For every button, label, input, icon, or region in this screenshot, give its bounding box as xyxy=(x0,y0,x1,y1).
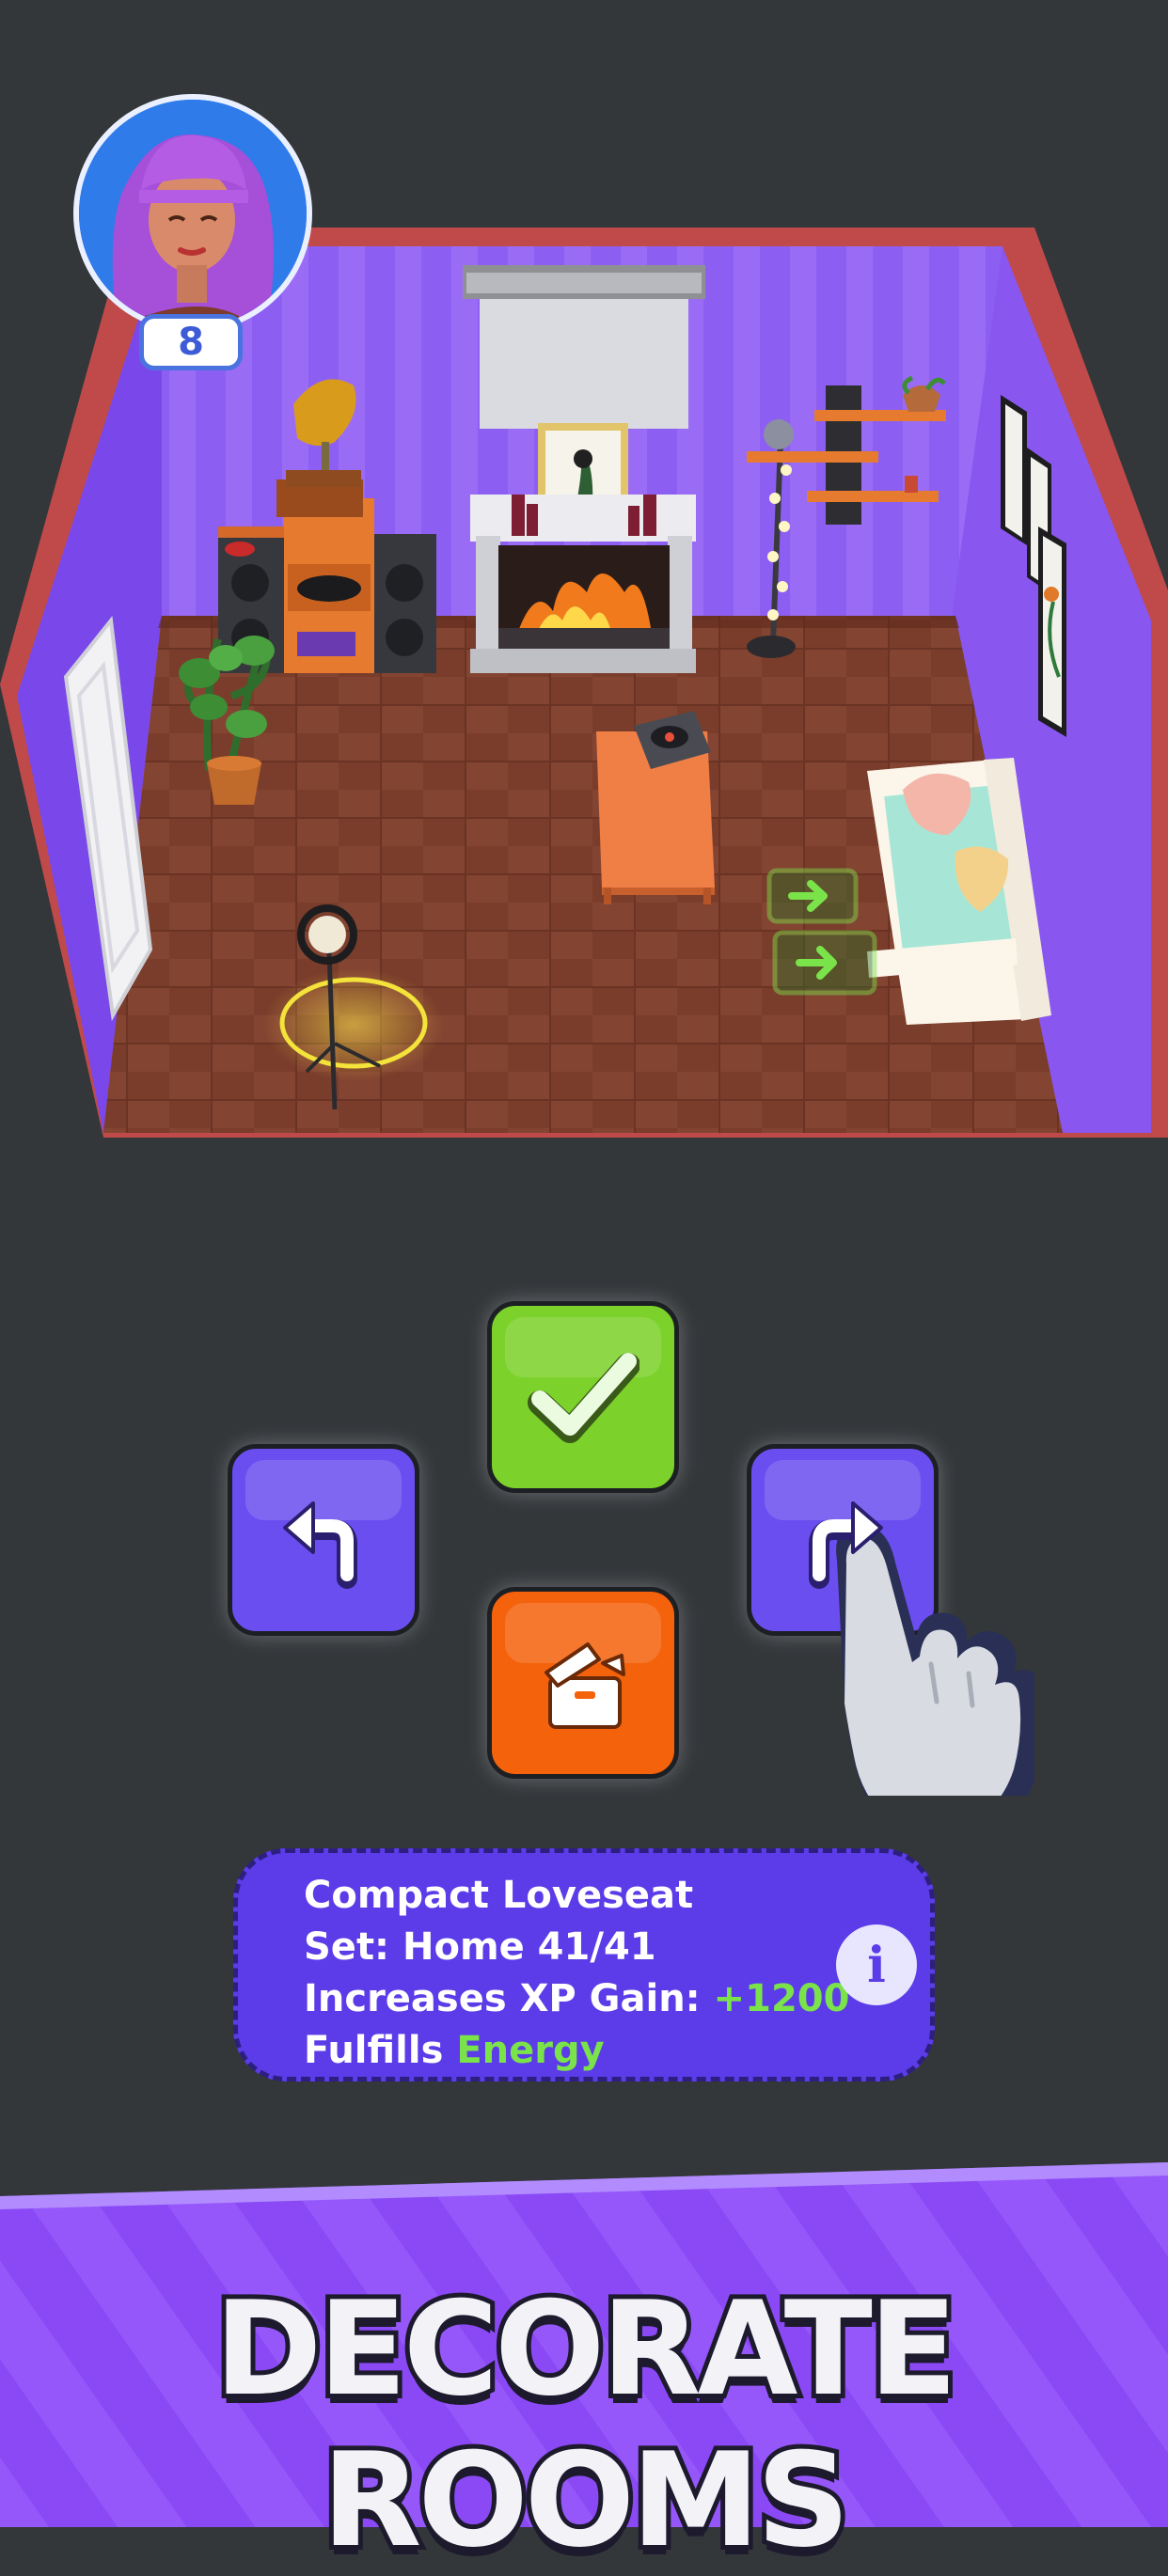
avatar-character-image xyxy=(79,100,307,327)
player-level-badge: 8 xyxy=(139,314,243,370)
storage-box-icon xyxy=(545,1642,625,1729)
item-name: Compact Loveseat xyxy=(304,1874,694,1917)
item-set-progress: Set: Home 41/41 xyxy=(304,1925,656,1969)
item-info-panel: Compact Loveseat Set: Home 41/41 Increas… xyxy=(233,1848,935,2081)
promo-banner-title: DECORATE ROOMS xyxy=(210,2269,962,2576)
item-fulfills: Fulfills Energy xyxy=(304,2025,849,2077)
fulfills-label: Fulfills xyxy=(304,2029,457,2072)
rotate-right-icon xyxy=(809,1501,883,1589)
xp-gain-label: Increases XP Gain: xyxy=(304,1977,714,2020)
player-avatar[interactable]: 8 xyxy=(73,94,320,370)
checkmark-icon xyxy=(528,1353,639,1443)
item-xp-gain: Increases XP Gain: +1200 xyxy=(304,1973,849,2025)
fulfills-need: Energy xyxy=(456,2029,605,2072)
avatar-portrait xyxy=(73,94,312,333)
info-icon[interactable]: i xyxy=(836,1924,917,2005)
rotate-left-icon xyxy=(283,1501,357,1589)
confirm-placement-button[interactable] xyxy=(487,1301,679,1493)
rotate-left-button[interactable] xyxy=(228,1444,419,1636)
store-item-button[interactable] xyxy=(487,1587,679,1779)
room-scene[interactable]: 8 xyxy=(0,0,1168,1147)
xp-gain-value: +1200 xyxy=(713,1977,850,2020)
